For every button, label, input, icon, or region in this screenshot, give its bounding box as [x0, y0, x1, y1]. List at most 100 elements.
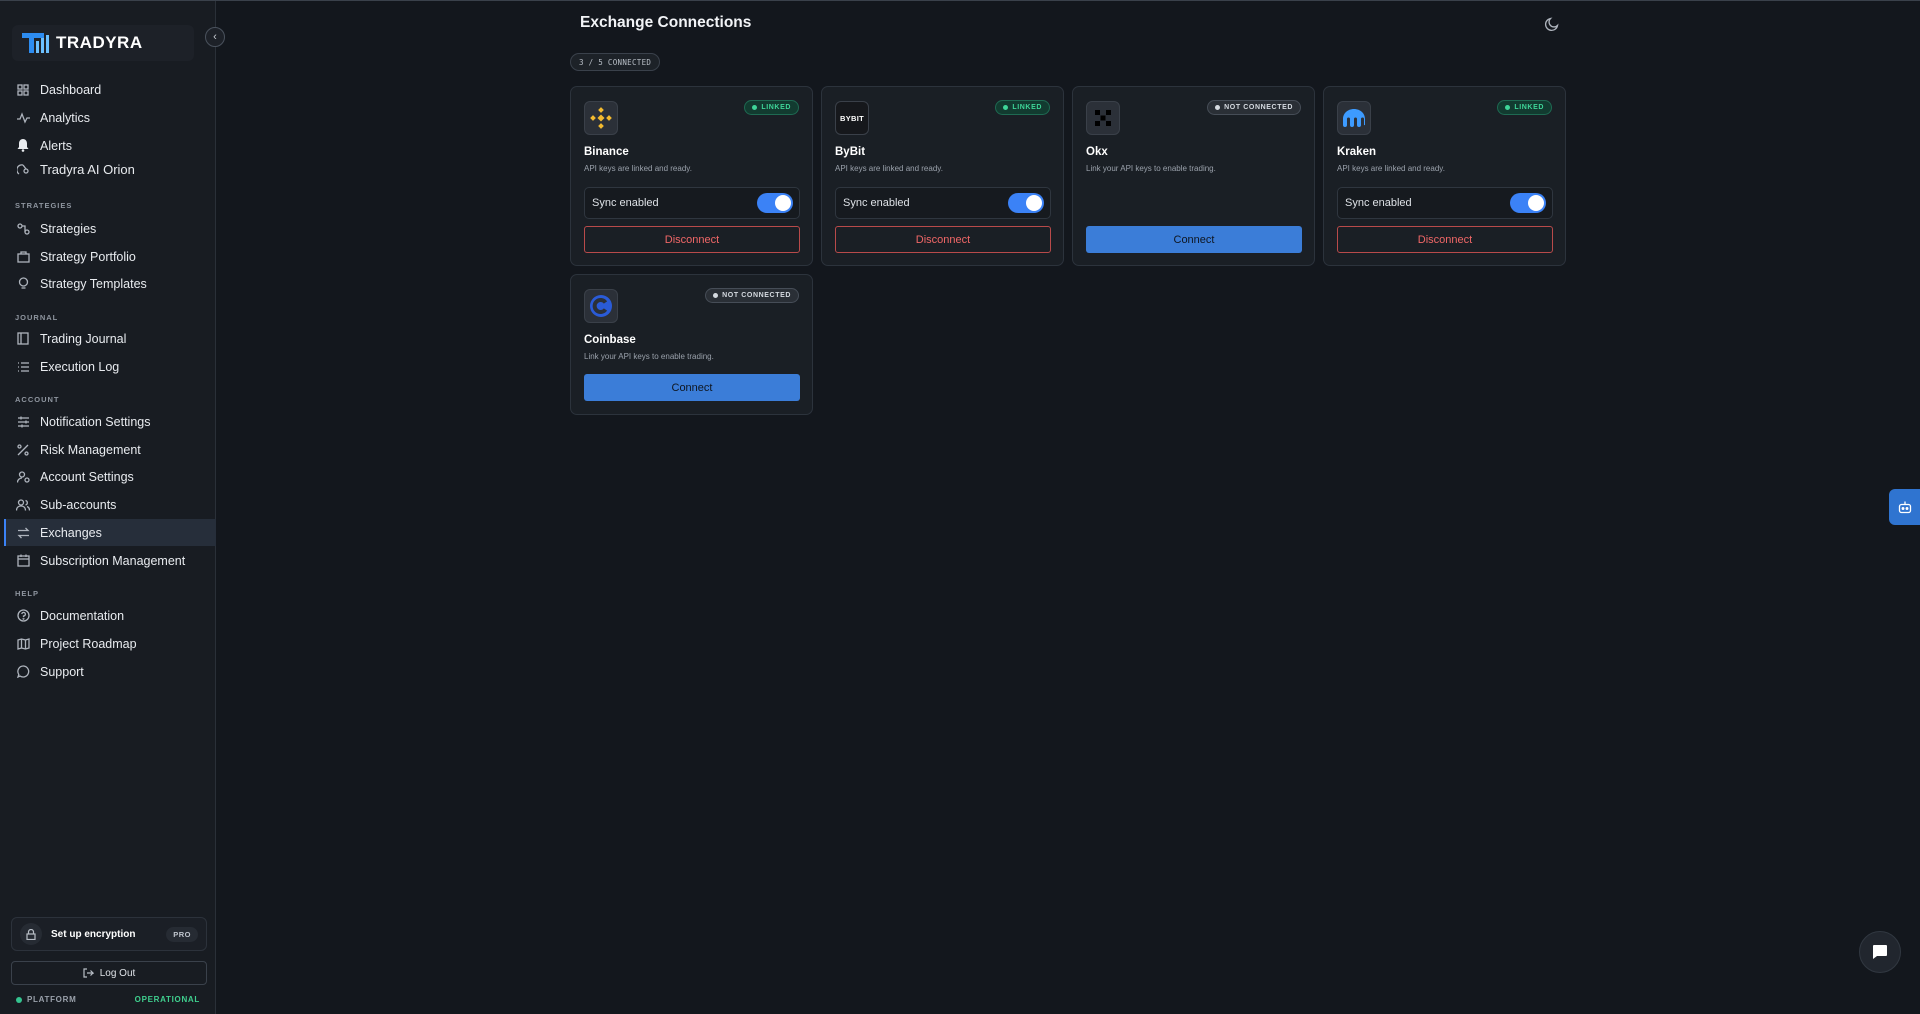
coinbase-logo-icon — [584, 289, 618, 323]
section-label-strategies: STRATEGIES — [15, 201, 73, 210]
logout-button[interactable]: Log Out — [11, 961, 207, 985]
chat-bubble-icon — [1873, 945, 1887, 959]
help-circle-icon — [16, 609, 30, 623]
exchange-card-okx: NOT CONNECTED Okx Link your API keys to … — [1072, 86, 1315, 266]
sync-toggle[interactable] — [1008, 193, 1044, 213]
toggle-knob — [1026, 195, 1042, 211]
status-badge: LINKED — [1497, 100, 1552, 115]
status-dot-icon — [1003, 105, 1009, 110]
sidebar-item-tradyra-ai-orion[interactable]: Tradyra AI Orion — [4, 156, 216, 183]
sidebar-item-label: Risk Management — [40, 442, 141, 457]
exchange-name: Coinbase — [584, 334, 636, 346]
sidebar-item-account-settings[interactable]: Account Settings — [4, 463, 216, 490]
platform-status-value: OPERATIONAL — [134, 995, 200, 1004]
status-badge: LINKED — [995, 100, 1050, 115]
exchange-name: Binance — [584, 146, 629, 158]
sidebar-item-label: Strategy Portfolio — [40, 249, 136, 264]
sidebar-item-risk-management[interactable]: Risk Management — [4, 436, 216, 463]
theme-toggle-moon-icon[interactable] — [1544, 16, 1560, 32]
status-badge: LINKED — [744, 100, 799, 115]
exchange-description: API keys are linked and ready. — [835, 164, 943, 173]
message-circle-icon — [16, 665, 30, 679]
status-text: LINKED — [761, 104, 791, 111]
sidebar-item-strategies[interactable]: Strategies — [4, 215, 216, 242]
sync-toggle-row: Sync enabled — [1337, 187, 1553, 219]
sidebar-item-project-roadmap[interactable]: Project Roadmap — [4, 630, 216, 657]
disconnect-button[interactable]: Disconnect — [1337, 226, 1553, 253]
exchange-card-coinbase: NOT CONNECTED Coinbase Link your API key… — [570, 274, 813, 415]
status-text: NOT CONNECTED — [722, 292, 791, 299]
activity-icon — [16, 111, 30, 125]
book-icon — [16, 332, 30, 346]
disconnect-button[interactable]: Disconnect — [835, 226, 1051, 253]
status-badge: NOT CONNECTED — [1207, 100, 1301, 115]
connected-count-badge: 3 / 5 CONNECTED — [570, 53, 661, 71]
kraken-logo-icon — [1337, 101, 1371, 135]
status-badge: NOT CONNECTED — [705, 288, 799, 303]
okx-logo-icon — [1086, 101, 1120, 135]
sidebar-item-strategy-portfolio[interactable]: Strategy Portfolio — [4, 243, 216, 270]
disconnect-button[interactable]: Disconnect — [584, 226, 800, 253]
chat-button[interactable] — [1859, 931, 1901, 973]
sidebar-item-alerts[interactable]: Alerts — [4, 132, 216, 159]
sidebar-item-label: Analytics — [40, 110, 91, 125]
sync-toggle[interactable] — [1510, 193, 1546, 213]
map-icon — [16, 637, 30, 651]
toggle-knob — [775, 195, 791, 211]
sidebar-item-label: Project Roadmap — [40, 636, 137, 651]
status-text: LINKED — [1514, 104, 1544, 111]
sidebar-item-label: Trading Journal — [40, 331, 127, 346]
lightbulb-icon — [16, 277, 30, 291]
sidebar-item-analytics[interactable]: Analytics — [4, 104, 216, 131]
sidebar-item-subscription-management[interactable]: Subscription Management — [4, 547, 216, 574]
sidebar-item-strategy-templates[interactable]: Strategy Templates — [4, 270, 216, 297]
exchange-card-binance: LINKED Binance API keys are linked and r… — [570, 86, 813, 266]
page-title: Exchange Connections — [580, 14, 752, 31]
collapse-sidebar-button[interactable]: ‹ — [205, 27, 225, 47]
briefcase-icon — [16, 250, 30, 264]
connect-button[interactable]: Connect — [1086, 226, 1302, 253]
sidebar-item-label: Execution Log — [40, 359, 120, 374]
setup-encryption-card[interactable]: Set up encryption PRO — [11, 917, 207, 951]
sidebar-item-label: Exchanges — [40, 525, 102, 540]
ai-assistant-button[interactable] — [1889, 489, 1920, 525]
user-gear-icon — [16, 470, 30, 484]
sidebar-item-label: Strategies — [40, 221, 97, 236]
sidebar-item-sub-accounts[interactable]: Sub-accounts — [4, 491, 216, 518]
sync-label: Sync enabled — [592, 197, 659, 209]
section-label-account: ACCOUNT — [15, 395, 60, 404]
sidebar-item-label: Dashboard — [40, 82, 102, 97]
status-dot-icon — [1215, 105, 1221, 110]
tradyra-logo-icon — [22, 33, 49, 53]
sidebar-item-label: Notification Settings — [40, 414, 151, 429]
lock-icon — [20, 923, 42, 945]
sidebar-item-documentation[interactable]: Documentation — [4, 602, 216, 629]
sidebar-item-support[interactable]: Support — [4, 658, 216, 685]
chevron-left-icon: ‹ — [213, 31, 217, 43]
sidebar-item-dashboard[interactable]: Dashboard — [4, 76, 216, 103]
exchange-description: API keys are linked and ready. — [584, 164, 692, 173]
status-dot-icon — [16, 996, 22, 1003]
logout-label: Log Out — [99, 967, 136, 979]
exchange-name: Okx — [1086, 146, 1108, 158]
sidebar-item-notification-settings[interactable]: Notification Settings — [4, 408, 216, 435]
connect-button[interactable]: Connect — [584, 374, 800, 401]
arrows-exchange-icon — [16, 526, 30, 540]
sidebar-item-trading-journal[interactable]: Trading Journal — [4, 325, 216, 352]
sidebar-item-label: Strategy Templates — [40, 276, 147, 291]
sync-toggle-row: Sync enabled — [584, 187, 800, 219]
binance-logo-icon — [584, 101, 618, 135]
sidebar-item-exchanges[interactable]: Exchanges — [4, 519, 216, 546]
exchange-name: Kraken — [1337, 146, 1376, 158]
sidebar-item-label: Alerts — [40, 138, 72, 153]
sidebar: TRADYRA ‹ Dashboard Analytics Alerts Tra… — [0, 1, 225, 1014]
sidebar-item-execution-log[interactable]: Execution Log — [4, 353, 216, 380]
bybit-logo-text: BYBIT — [840, 113, 864, 123]
status-dot-icon — [713, 293, 719, 298]
sync-toggle[interactable] — [757, 193, 793, 213]
setup-encryption-label: Set up encryption — [51, 928, 136, 940]
sync-label: Sync enabled — [843, 197, 910, 209]
logout-icon — [83, 968, 94, 978]
brand-logo[interactable]: TRADYRA — [12, 25, 194, 61]
sliders-icon — [16, 415, 30, 429]
